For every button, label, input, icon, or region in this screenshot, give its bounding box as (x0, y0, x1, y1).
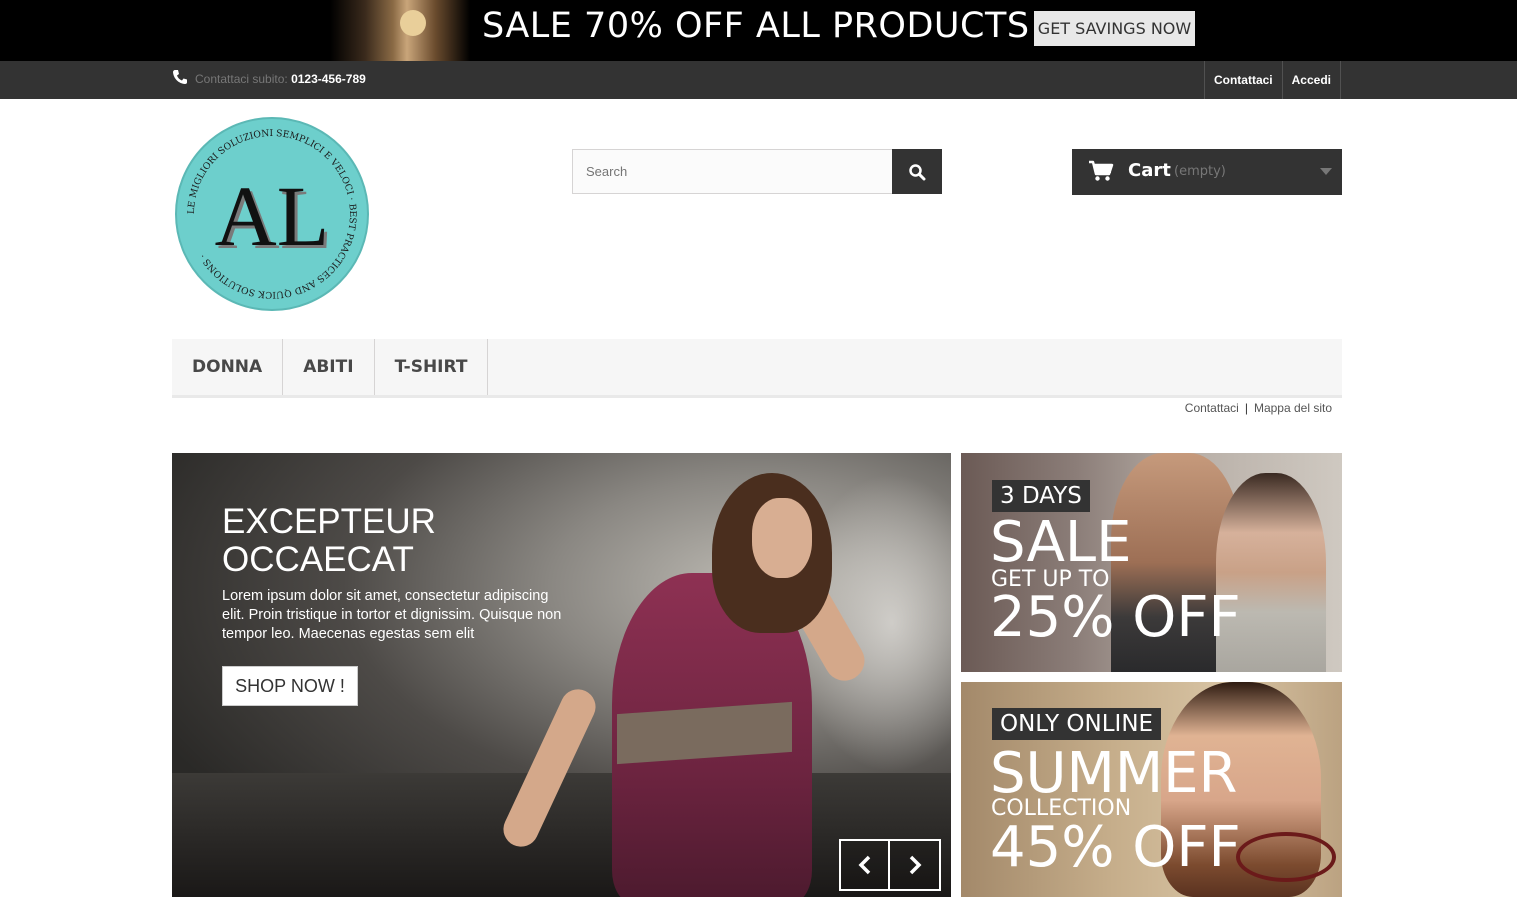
summer-banner[interactable]: ONLY ONLINE SUMMER COLLECTION 45% OFF (961, 682, 1342, 897)
banner2-headline: SUMMER (990, 741, 1238, 806)
banner1-tag: 3 DAYS (992, 480, 1090, 512)
sitemap-link[interactable]: Mappa del sito (1254, 401, 1332, 415)
cart-button[interactable]: Cart (empty) (1072, 149, 1342, 195)
promo-model-head (400, 10, 426, 36)
shop-now-button[interactable]: SHOP NOW ! (222, 666, 358, 706)
menu-item-abiti[interactable]: ABITI (283, 339, 375, 395)
chevron-right-icon (909, 855, 921, 875)
cart-status: (empty) (1174, 164, 1226, 179)
permanent-links: Contattaci | Mappa del sito (1185, 401, 1332, 415)
logo-letters: AL (215, 168, 330, 264)
banner1-discount: 25% OFF (990, 585, 1241, 650)
slide-title: EXCEPTEUR OCCAECAT (222, 502, 436, 579)
login-link[interactable]: Accedi (1281, 61, 1341, 99)
slider-controls (839, 839, 941, 891)
phone-number: 0123-456-789 (291, 72, 366, 86)
get-savings-button[interactable]: GET SAVINGS NOW (1034, 11, 1195, 46)
menu-item-donna[interactable]: DONNA (172, 339, 284, 395)
slide-text: Lorem ipsum dolor sit amet, consectetur … (222, 588, 562, 642)
banner2-tag: ONLY ONLINE (992, 708, 1162, 740)
slider-background (172, 773, 951, 897)
contact-link[interactable]: Contattaci (1203, 61, 1282, 99)
slider-prev-button[interactable] (839, 839, 890, 891)
banner2-discount: 45% OFF (990, 815, 1241, 880)
promo-model-image (330, 0, 470, 61)
main-menu: DONNA ABITI T-SHIRT (172, 339, 1342, 398)
search-icon (909, 163, 926, 180)
banner-sunglasses-image (1236, 832, 1336, 882)
banner1-headline: SALE (990, 510, 1132, 575)
contact-prefix: Contattaci subito: (195, 72, 288, 86)
search-button[interactable] (892, 149, 942, 194)
store-logo[interactable]: LE MIGLIORI SOLUZIONI SEMPLICI E VELOCI … (174, 116, 370, 312)
contact-sublink[interactable]: Contattaci (1185, 401, 1239, 415)
phone-icon (173, 70, 187, 84)
promo-banner[interactable]: SALE 70% OFF ALL PRODUCTS GET SAVINGS NO… (0, 0, 1517, 61)
slider-next-button[interactable] (890, 839, 941, 891)
top-navbar: Contattaci subito: 0123-456-789 Contatta… (0, 61, 1517, 99)
search-input[interactable] (572, 149, 893, 194)
promo-title: SALE 70% OFF ALL PRODUCTS (482, 6, 1030, 46)
cart-icon (1089, 160, 1114, 181)
separator: | (1244, 401, 1248, 415)
home-slider[interactable]: EXCEPTEUR OCCAECAT Lorem ipsum dolor sit… (172, 453, 951, 897)
model-face (752, 498, 812, 578)
header-links: Contattaci Accedi (1203, 61, 1341, 99)
contact-line: Contattaci subito: 0123-456-789 (195, 72, 366, 86)
chevron-left-icon (858, 855, 870, 875)
cart-label: Cart (1128, 160, 1171, 181)
menu-item-tshirt[interactable]: T-SHIRT (375, 339, 489, 395)
chevron-down-icon (1320, 168, 1332, 175)
sale-banner[interactable]: 3 DAYS SALE GET UP TO 25% OFF (961, 453, 1342, 672)
